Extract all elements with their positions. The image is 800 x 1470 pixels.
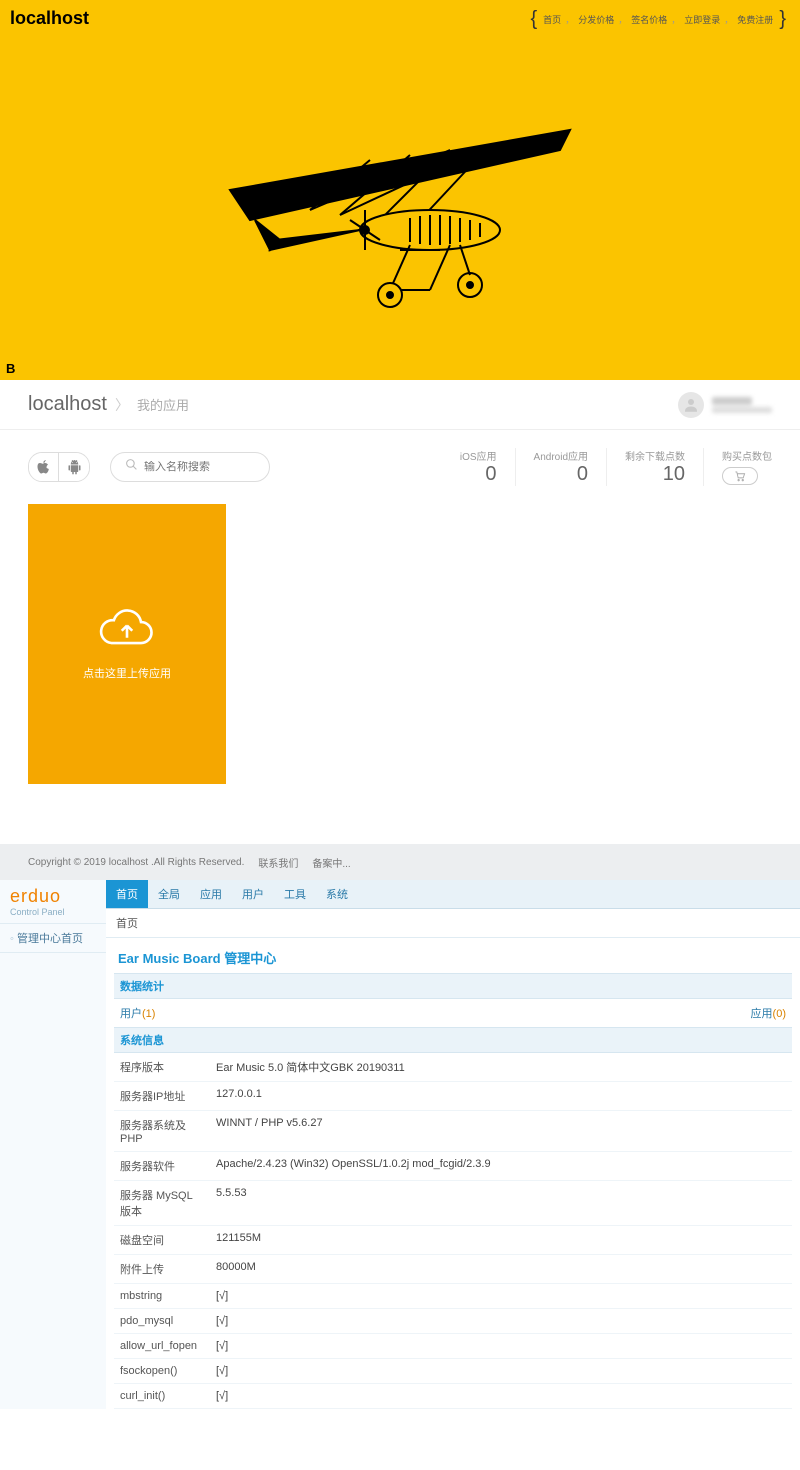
- nav-dist-price[interactable]: 分发价格: [578, 13, 614, 26]
- stats-row: 用户(1) 应用(0): [114, 999, 792, 1027]
- sysinfo-row: fsockopen()[√]: [114, 1359, 792, 1384]
- search-input[interactable]: [144, 461, 255, 473]
- sysinfo-key: 服务器 MySQL 版本: [114, 1181, 210, 1226]
- sysinfo-header: 系统信息: [114, 1027, 792, 1053]
- airplane-illustration: [210, 100, 590, 325]
- stat-users[interactable]: 用户(1): [120, 1005, 155, 1021]
- search-icon: [125, 458, 138, 476]
- sysinfo-row: 服务器 MySQL 版本5.5.53: [114, 1181, 792, 1226]
- sysinfo-key: 服务器系统及 PHP: [114, 1111, 210, 1152]
- nav-login[interactable]: 立即登录: [684, 13, 720, 26]
- stat-downloads: 剩余下载点数 10: [607, 448, 704, 486]
- sysinfo-row: mbstring[√]: [114, 1284, 792, 1309]
- android-icon: [68, 460, 81, 475]
- brace-left: {: [530, 8, 537, 31]
- footer: Copyright © 2019 localhost .All Rights R…: [0, 844, 800, 880]
- apple-icon: [37, 460, 50, 475]
- side-item-home[interactable]: 管理中心首页: [0, 924, 106, 953]
- sysinfo-key: allow_url_fopen: [114, 1334, 210, 1359]
- admin-title: Ear Music Board 管理中心: [114, 938, 792, 973]
- admin-panel: erduo Control Panel 管理中心首页 首页 全局 应用 用户 工…: [0, 880, 800, 1409]
- stat-android: Android应用 0: [516, 448, 607, 486]
- sysinfo-value: [√]: [210, 1284, 792, 1309]
- breadcrumb-bar: localhost 〉 我的应用: [0, 380, 800, 430]
- buy-points: 购买点数包: [704, 448, 772, 485]
- sysinfo-key: mbstring: [114, 1284, 210, 1309]
- android-filter-button[interactable]: [59, 453, 89, 481]
- tab-apps[interactable]: 应用: [190, 880, 232, 908]
- admin-sidebar: erduo Control Panel 管理中心首页: [0, 880, 106, 1409]
- sysinfo-key: pdo_mysql: [114, 1309, 210, 1334]
- sysinfo-key: 磁盘空间: [114, 1226, 210, 1255]
- footer-beian[interactable]: 备案中...: [312, 855, 350, 870]
- brace-right: }: [779, 8, 786, 31]
- tab-global[interactable]: 全局: [148, 880, 190, 908]
- upload-app-tile[interactable]: 点击这里上传应用: [28, 504, 226, 784]
- sysinfo-key: fsockopen(): [114, 1359, 210, 1384]
- sysinfo-value: [√]: [210, 1309, 792, 1334]
- sysinfo-value: 5.5.53: [210, 1181, 792, 1226]
- admin-main: 首页 全局 应用 用户 工具 系统 首页 Ear Music Board 管理中…: [106, 880, 800, 1409]
- sysinfo-row: 服务器IP地址127.0.0.1: [114, 1082, 792, 1111]
- sysinfo-key: curl_init(): [114, 1384, 210, 1409]
- sysinfo-key: 程序版本: [114, 1053, 210, 1082]
- sysinfo-value: Apache/2.4.23 (Win32) OpenSSL/1.0.2j mod…: [210, 1152, 792, 1181]
- sysinfo-row: 服务器软件Apache/2.4.23 (Win32) OpenSSL/1.0.2…: [114, 1152, 792, 1181]
- cloud-upload-icon: [99, 607, 155, 651]
- stat-apps[interactable]: 应用(0): [751, 1005, 786, 1021]
- tab-tools[interactable]: 工具: [274, 880, 316, 908]
- tab-home[interactable]: 首页: [106, 880, 148, 908]
- toolbar: iOS应用 0 Android应用 0 剩余下载点数 10 购买点数包: [0, 430, 800, 504]
- sysinfo-row: curl_init()[√]: [114, 1384, 792, 1409]
- sysinfo-value: Ear Music 5.0 简体中文GBK 20190311: [210, 1053, 792, 1082]
- crumb-host[interactable]: localhost: [28, 393, 107, 416]
- hero-corner-b: B: [6, 361, 15, 376]
- tab-system[interactable]: 系统: [316, 880, 358, 908]
- admin-breadcrumb: 首页: [106, 909, 800, 938]
- crumb-current: 我的应用: [137, 395, 189, 414]
- platform-toggle: [28, 452, 90, 482]
- avatar-icon: [678, 392, 704, 418]
- chevron-right-icon: 〉: [115, 395, 129, 415]
- sysinfo-value: [√]: [210, 1334, 792, 1359]
- sysinfo-row: 附件上传80000M: [114, 1255, 792, 1284]
- user-menu[interactable]: [678, 392, 772, 418]
- tab-users[interactable]: 用户: [232, 880, 274, 908]
- sysinfo-value: WINNT / PHP v5.6.27: [210, 1111, 792, 1152]
- stats-header: 数据统计: [114, 973, 792, 999]
- user-info: [712, 397, 772, 413]
- apps-grid: 点击这里上传应用: [0, 504, 800, 844]
- sysinfo-row: 程序版本Ear Music 5.0 简体中文GBK 20190311: [114, 1053, 792, 1082]
- search-box[interactable]: [110, 452, 270, 482]
- buy-points-button[interactable]: [722, 467, 758, 485]
- upload-tile-label: 点击这里上传应用: [83, 665, 171, 681]
- sysinfo-table: 程序版本Ear Music 5.0 简体中文GBK 20190311服务器IP地…: [114, 1053, 792, 1409]
- admin-tabs: 首页 全局 应用 用户 工具 系统: [106, 880, 800, 909]
- cart-icon: [734, 471, 746, 482]
- nav-register[interactable]: 免费注册: [737, 13, 773, 26]
- sysinfo-row: 磁盘空间121155M: [114, 1226, 792, 1255]
- sysinfo-value: 80000M: [210, 1255, 792, 1284]
- sysinfo-value: [√]: [210, 1359, 792, 1384]
- sysinfo-row: pdo_mysql[√]: [114, 1309, 792, 1334]
- sysinfo-row: allow_url_fopen[√]: [114, 1334, 792, 1359]
- hero-banner: localhost { 首页， 分发价格， 签名价格， 立即登录， 免费注册 }: [0, 0, 800, 380]
- admin-logo: erduo Control Panel: [0, 880, 106, 923]
- copyright-text: Copyright © 2019 localhost .All Rights R…: [28, 857, 244, 868]
- nav-sign-price[interactable]: 签名价格: [631, 13, 667, 26]
- hero-title: localhost: [10, 8, 89, 29]
- sysinfo-value: 127.0.0.1: [210, 1082, 792, 1111]
- top-nav: { 首页， 分发价格， 签名价格， 立即登录， 免费注册 }: [526, 8, 790, 31]
- sysinfo-value: 121155M: [210, 1226, 792, 1255]
- sysinfo-key: 服务器IP地址: [114, 1082, 210, 1111]
- nav-home[interactable]: 首页: [543, 13, 561, 26]
- sysinfo-key: 服务器软件: [114, 1152, 210, 1181]
- ios-filter-button[interactable]: [29, 453, 59, 481]
- sysinfo-value: [√]: [210, 1384, 792, 1409]
- sysinfo-row: 服务器系统及 PHPWINNT / PHP v5.6.27: [114, 1111, 792, 1152]
- stat-ios: iOS应用 0: [442, 448, 516, 486]
- sysinfo-key: 附件上传: [114, 1255, 210, 1284]
- footer-contact[interactable]: 联系我们: [258, 855, 298, 870]
